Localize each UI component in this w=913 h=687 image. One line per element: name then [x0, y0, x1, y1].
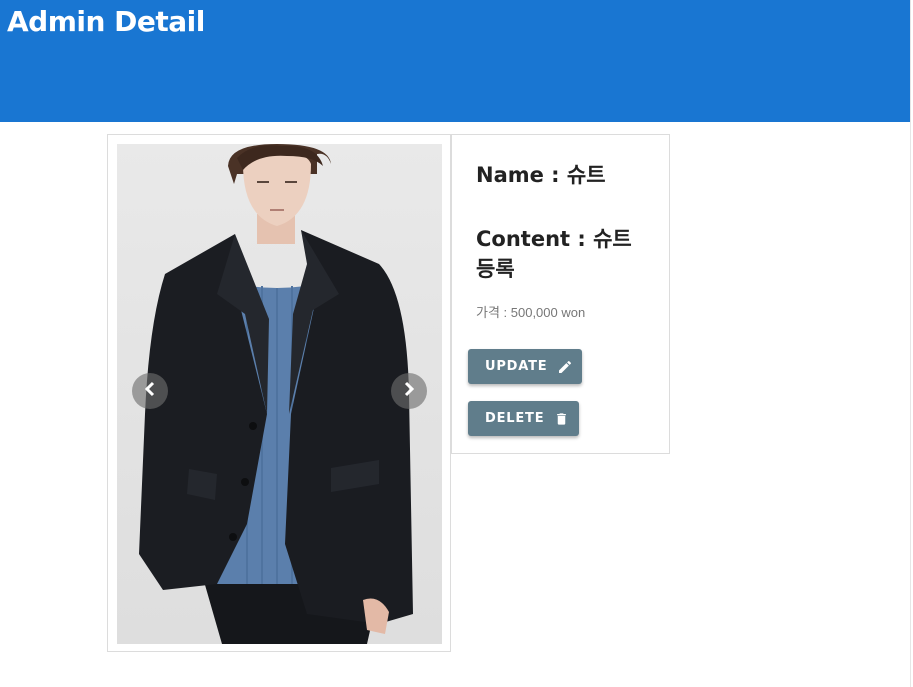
scrollbar-edge — [910, 0, 911, 687]
pencil-icon — [557, 359, 573, 375]
carousel-next-button[interactable] — [391, 373, 427, 409]
update-label: UPDATE — [485, 359, 548, 374]
carousel-prev-button[interactable] — [132, 373, 168, 409]
product-name: Name : 슈트 — [476, 163, 606, 187]
chevron-left-icon — [142, 381, 158, 401]
trash-icon — [554, 411, 569, 427]
delete-button[interactable]: DELETE — [468, 401, 579, 436]
image-carousel — [107, 134, 451, 652]
product-content: Content : 슈트 등록 — [476, 227, 632, 281]
page-title: Admin Detail — [7, 5, 205, 38]
app-bar: Admin Detail — [0, 0, 910, 122]
update-button[interactable]: UPDATE — [468, 349, 582, 384]
product-info-card: Name : 슈트 Content : 슈트 등록 가격 : 500,000 w… — [451, 134, 670, 454]
product-price: 가격 : 500,000 won — [476, 305, 586, 320]
admin-detail-page: Admin Detail Name: 슈트 Content: 슈트 등록 가… — [0, 0, 913, 687]
chevron-right-icon — [401, 381, 417, 401]
delete-label: DELETE — [485, 411, 545, 426]
